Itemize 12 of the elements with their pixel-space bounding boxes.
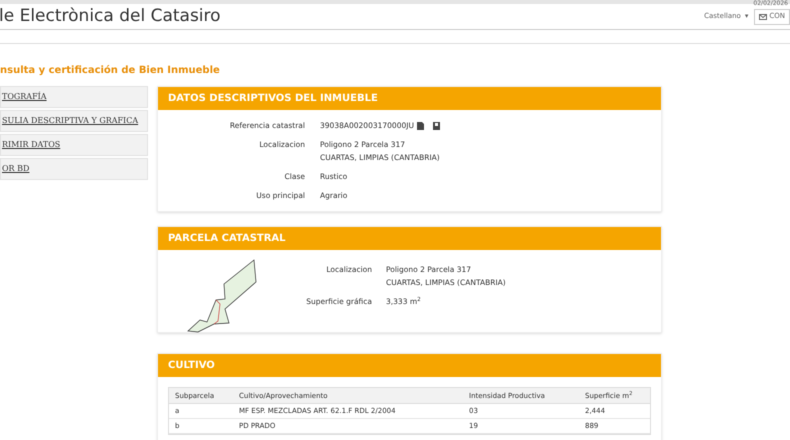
section-title: CULTIVO (168, 359, 215, 374)
document-icon[interactable] (416, 122, 424, 130)
page-subtitle: nsulta y certificación de Bien Inmueble (0, 65, 220, 76)
sidebar-menu-item[interactable]: SULIA DESCRIPTIVA Y GRAFICA (0, 110, 148, 132)
site-title: le Electrònica del Catasiro (0, 4, 221, 28)
book-icon[interactable] (432, 122, 440, 130)
section-title: DATOS DESCRIPTIVOS DEL INMUEBLE (168, 92, 378, 106)
envelope-icon (759, 14, 768, 20)
sidebar-menu-item[interactable]: RIMIR DATOS (0, 134, 148, 156)
sidebar-menu-item[interactable]: TOGRAFÍA (0, 86, 148, 108)
sidebar-menu-item[interactable]: OR BD (0, 158, 148, 180)
section-title: PARCELA CATASTRAL (168, 232, 286, 246)
